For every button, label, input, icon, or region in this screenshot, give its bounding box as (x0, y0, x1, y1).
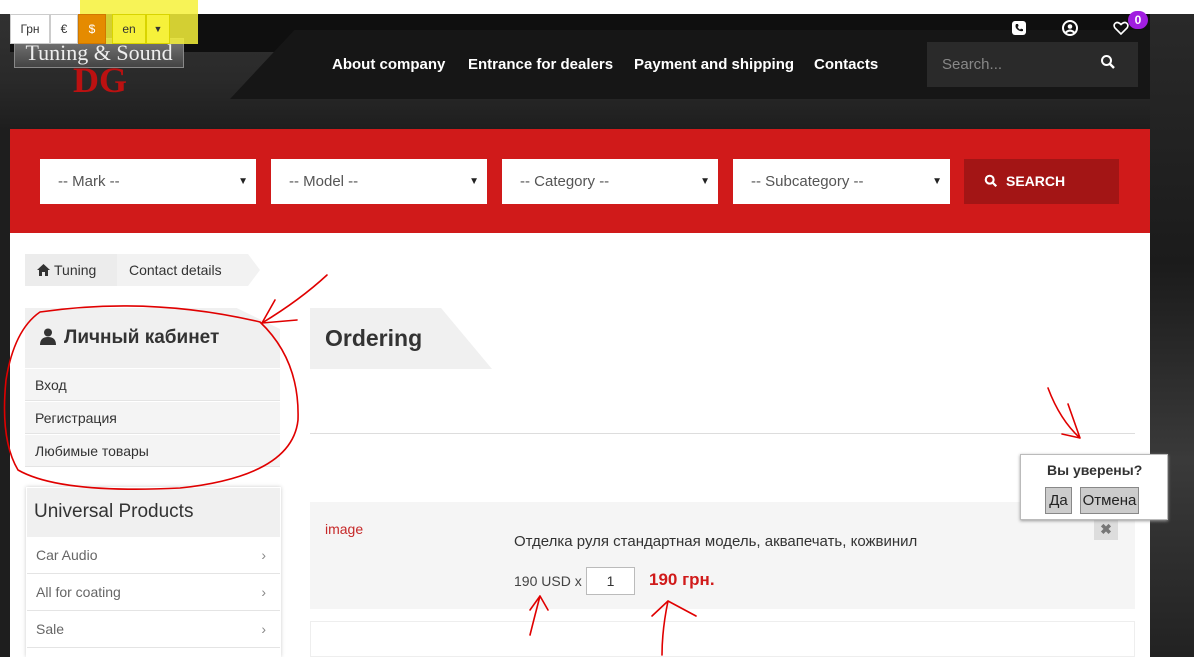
annotation-circle (3, 305, 299, 490)
annotation-arrow-popup (1047, 387, 1081, 439)
annotation-arrow-unit (529, 595, 549, 636)
annotation-arrow-total (651, 600, 697, 656)
annotation-arrow-cabinet (261, 274, 328, 324)
annotation-overlay (3, 274, 1081, 656)
